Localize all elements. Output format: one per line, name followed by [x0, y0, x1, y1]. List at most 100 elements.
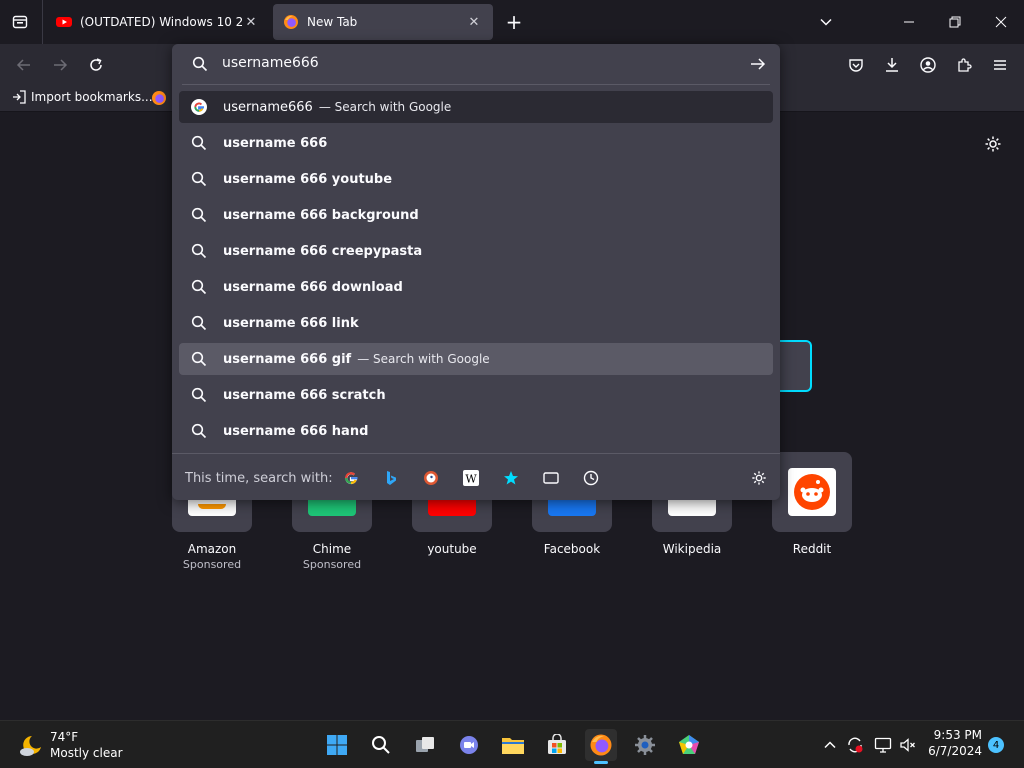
urlbar-result[interactable]: username 666 gif — Search with Google — [179, 343, 773, 375]
downloads-button[interactable] — [880, 53, 904, 77]
minimize-button[interactable] — [894, 8, 924, 36]
bookmarks-search-button[interactable] — [502, 469, 520, 487]
tab-youtube[interactable]: (OUTDATED) Windows 10 22H2 ✕ — [46, 4, 270, 40]
download-icon — [886, 58, 898, 72]
gear-icon — [752, 471, 766, 485]
urlbar-result[interactable]: username 666 link — [179, 307, 773, 339]
history-search-button[interactable] — [582, 469, 600, 487]
firefox-icon — [152, 91, 166, 105]
taskbar-search-button[interactable] — [365, 729, 397, 761]
result-text: username 666 creepypasta — [223, 243, 423, 259]
search-icon — [191, 207, 207, 223]
firefox-view-button[interactable] — [8, 10, 32, 34]
shortcut-label: Wikipedia — [662, 542, 722, 556]
tab-strip: (OUTDATED) Windows 10 22H2 ✕ New Tab ✕ + — [0, 0, 1024, 44]
import-icon — [13, 90, 26, 104]
moon-cloud-icon — [20, 736, 41, 756]
close-window-button[interactable] — [986, 8, 1016, 36]
notification-count: 4 — [992, 739, 1000, 751]
youtube-icon — [56, 17, 72, 27]
file-explorer-button[interactable] — [497, 729, 529, 761]
windows-taskbar: 74°F Mostly clear 9:53 PM 6/7/2024 4 — [0, 720, 1024, 768]
search-icon — [192, 56, 208, 72]
weather-widget[interactable]: 74°F Mostly clear — [14, 729, 134, 761]
volume-button[interactable] — [898, 735, 918, 755]
settings-taskbar-button[interactable] — [629, 729, 661, 761]
oneoff-label: This time, search with: — [185, 471, 333, 486]
urlbar-result[interactable]: username 666 creepypasta — [179, 235, 773, 267]
extensions-button[interactable] — [952, 53, 976, 77]
import-bookmarks-button[interactable]: Import bookmarks... — [12, 90, 153, 104]
urlbar-result[interactable]: username 666 hand — [179, 415, 773, 447]
search-icon — [191, 423, 207, 439]
notification-badge[interactable]: 4 — [988, 737, 1004, 753]
bookmarks-icon — [504, 471, 518, 485]
network-button[interactable] — [873, 735, 893, 755]
google-icon — [191, 99, 207, 115]
restore-button[interactable] — [940, 8, 970, 36]
sync-status-button[interactable] — [845, 735, 865, 755]
plus-icon: + — [505, 10, 523, 34]
microsoft-store-button[interactable] — [541, 729, 573, 761]
firefox-taskbar-button[interactable] — [585, 729, 617, 764]
urlbar-result[interactable]: username 666 youtube — [179, 163, 773, 195]
tab-title: (OUTDATED) Windows 10 22H2 — [80, 15, 242, 29]
task-view-button[interactable] — [409, 729, 441, 761]
urlbar-result[interactable]: username 666 background — [179, 199, 773, 231]
result-text: username666 — [223, 99, 313, 115]
sponsored-label: Sponsored — [182, 558, 242, 571]
start-button[interactable] — [321, 729, 353, 761]
search-icon — [191, 279, 207, 295]
forward-button[interactable] — [48, 53, 72, 77]
customize-newtab-button[interactable] — [981, 132, 1005, 156]
monitor-network-icon — [874, 737, 892, 753]
engine-bing-button[interactable] — [382, 469, 400, 487]
shortcut-label: youtube — [427, 542, 477, 556]
result-text: username 666 link — [223, 315, 359, 331]
chevron-up-icon — [824, 741, 836, 749]
urlbar-input-row[interactable]: username666 — [172, 44, 780, 84]
clock-time: 9:53 PM — [933, 728, 982, 742]
close-icon[interactable]: ✕ — [242, 13, 260, 31]
go-arrow-icon[interactable] — [750, 56, 766, 72]
restore-icon — [949, 16, 961, 28]
tab-new-tab[interactable]: New Tab ✕ — [273, 4, 493, 40]
store-icon — [548, 734, 566, 754]
engine-google-button[interactable] — [342, 469, 360, 487]
urlbar-result[interactable]: username 666 — [179, 127, 773, 159]
engine-wikipedia-button[interactable]: W — [462, 469, 480, 487]
teams-chat-button[interactable] — [453, 729, 485, 761]
list-all-tabs-button[interactable] — [814, 10, 838, 34]
hamburger-menu-icon — [994, 60, 1006, 70]
urlbar-result[interactable]: username666 — Search with Google — [179, 91, 773, 123]
newtab-search-box[interactable] — [778, 340, 812, 392]
pocket-button[interactable] — [844, 53, 868, 77]
account-icon — [920, 57, 936, 73]
urlbar-input[interactable]: username666 — [222, 55, 319, 71]
tabs-search-button[interactable] — [542, 469, 560, 487]
arrow-right-icon — [54, 59, 68, 71]
firefox-view-icon — [12, 15, 28, 29]
app-taskbar-button[interactable] — [673, 729, 705, 761]
close-icon[interactable]: ✕ — [465, 13, 483, 31]
search-icon — [191, 315, 207, 331]
getting-started-bookmark[interactable] — [151, 90, 167, 106]
duckduckgo-icon — [424, 471, 438, 485]
urlbar-result[interactable]: username 666 download — [179, 271, 773, 303]
clock[interactable]: 9:53 PM 6/7/2024 — [920, 728, 982, 758]
new-tab-button[interactable]: + — [502, 10, 526, 34]
engine-duckduckgo-button[interactable] — [422, 469, 440, 487]
account-button[interactable] — [916, 53, 940, 77]
show-hidden-icons-button[interactable] — [820, 735, 840, 755]
back-button[interactable] — [12, 53, 36, 77]
gear-icon — [985, 136, 1001, 152]
pocket-icon — [849, 59, 863, 72]
search-icon — [191, 351, 207, 367]
search-settings-button[interactable] — [750, 469, 768, 487]
result-text: username 666 scratch — [223, 387, 386, 403]
urlbar-result[interactable]: username 666 scratch — [179, 379, 773, 411]
menu-button[interactable] — [988, 53, 1012, 77]
shortcut-reddit[interactable] — [772, 452, 852, 532]
reload-button[interactable] — [84, 53, 108, 77]
result-text: username 666 download — [223, 279, 403, 295]
